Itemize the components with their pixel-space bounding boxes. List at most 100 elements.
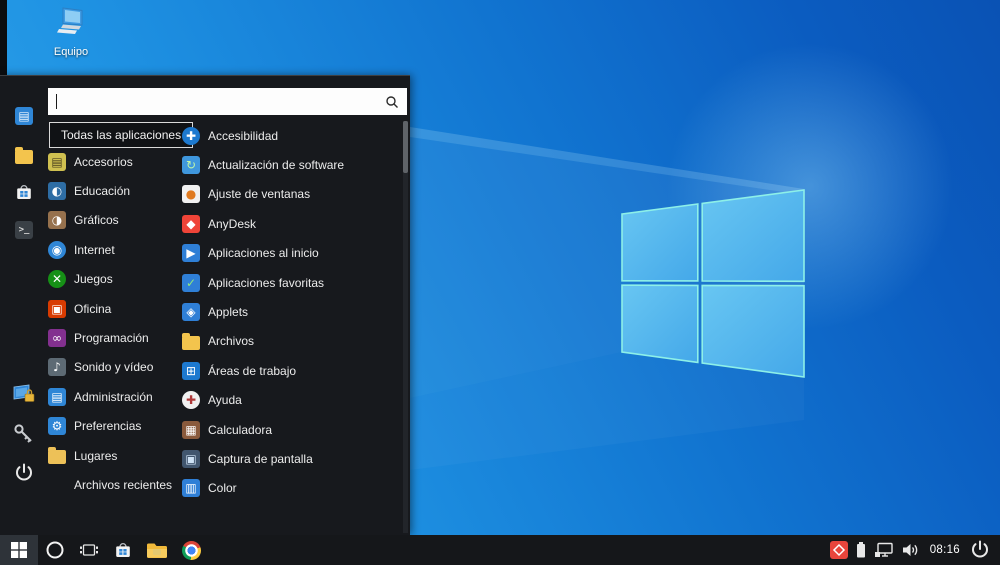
app-label: AnyDesk	[208, 216, 257, 231]
category-internet[interactable]: ◉ Internet	[48, 235, 182, 264]
power-icon	[13, 462, 35, 484]
app-label: Calculadora	[208, 422, 273, 437]
store-icon	[14, 182, 34, 202]
app-areas-de-trabajo[interactable]: ⊞ Áreas de trabajo	[182, 356, 400, 385]
tray-network-button[interactable]	[874, 535, 894, 565]
app-captura-de-pantalla[interactable]: ▣ Captura de pantalla	[182, 444, 400, 473]
accessories-icon: ▤	[48, 152, 66, 171]
chrome-icon	[181, 540, 201, 560]
sidebar-session-key-button[interactable]	[8, 418, 40, 450]
category-label: Archivos recientes	[74, 477, 173, 492]
app-archivos[interactable]: Archivos	[182, 327, 400, 356]
all-applications-button[interactable]: Todas las aplicaciones	[49, 122, 194, 148]
volume-icon	[901, 541, 921, 559]
battery-icon	[855, 541, 867, 559]
app-accesibilidad[interactable]: ✚ Accesibilidad	[182, 121, 400, 150]
taskbar-task-view-button[interactable]	[72, 535, 106, 565]
app-list-scrollbar[interactable]	[403, 121, 408, 533]
session-key-icon	[12, 422, 36, 446]
clock[interactable]: 08:16	[928, 544, 962, 556]
computer-icon	[51, 7, 91, 39]
category-preferencias[interactable]: ⚙ Preferencias	[48, 412, 182, 441]
sidebar-store-button[interactable]	[8, 176, 40, 208]
start-menu: ▤ >_ Todas las aplicaciones ▤ Accesorios…	[0, 75, 410, 535]
app-aplicaciones-favoritas[interactable]: ✓ Aplicaciones favoritas	[182, 268, 400, 297]
category-accesorios[interactable]: ▤ Accesorios	[48, 147, 182, 176]
app-color[interactable]: ▥ Color	[182, 474, 400, 503]
sidebar-terminal-button[interactable]: >_	[8, 214, 40, 246]
favorite-apps-icon: ✓	[182, 273, 200, 292]
app-calculadora[interactable]: ▦ Calculadora	[182, 415, 400, 444]
anydesk-icon: ◆	[182, 214, 200, 233]
app-label: Applets	[208, 305, 249, 320]
start-button[interactable]	[0, 535, 38, 565]
tray-power-button[interactable]	[969, 535, 991, 565]
games-icon: ✕	[48, 270, 66, 289]
category-archivos-recientes[interactable]: Archivos recientes	[48, 470, 182, 499]
sidebar-file-manager-button[interactable]	[8, 139, 40, 171]
education-icon: ◐	[48, 182, 66, 201]
app-aplicaciones-al-inicio[interactable]: ▶ Aplicaciones al inicio	[182, 239, 400, 268]
app-applets[interactable]: ◈ Applets	[182, 297, 400, 326]
category-juegos[interactable]: ✕ Juegos	[48, 265, 182, 294]
power-icon	[969, 539, 991, 561]
desktop-icon-label: Equipo	[53, 46, 89, 58]
app-label: Ajuste de ventanas	[208, 187, 311, 202]
startup-apps-icon: ▶	[182, 244, 200, 263]
window-tweaks-icon: ●	[182, 185, 200, 204]
tray-anydesk-tray-button[interactable]	[829, 535, 848, 565]
category-sonido-y-video[interactable]: ♪ Sonido y vídeo	[48, 353, 182, 382]
tray-battery-button[interactable]	[855, 535, 867, 565]
places-icon	[48, 447, 66, 465]
desktop: Equipo ▤ >_ Todas las aplicaciones ▤ Acc…	[0, 0, 1000, 565]
anydesk-tray-icon	[829, 541, 848, 559]
taskbar-chrome-button[interactable]	[174, 535, 208, 565]
app-label: Ayuda	[208, 393, 242, 408]
store-icon	[113, 540, 133, 560]
applets-icon: ◈	[182, 303, 200, 322]
app-ayuda[interactable]: ✚ Ayuda	[182, 386, 400, 415]
app-label: Accesibilidad	[208, 128, 279, 143]
system-tray: 08:16	[829, 535, 1000, 565]
office-icon: ▣	[48, 299, 66, 318]
taskbar-cortana-search-button[interactable]	[38, 535, 72, 565]
programming-icon: ∞	[48, 329, 66, 348]
category-label: Administración	[74, 389, 153, 404]
app-actualizacion-de-software[interactable]: ↻ Actualización de software	[182, 150, 400, 179]
category-lugares[interactable]: Lugares	[48, 441, 182, 470]
file-manager-icon	[15, 146, 33, 164]
task-view-icon	[79, 540, 99, 560]
tray-volume-button[interactable]	[901, 535, 921, 565]
app-label: Aplicaciones al inicio	[208, 246, 319, 261]
app-anydesk[interactable]: ◆ AnyDesk	[182, 209, 400, 238]
category-graficos[interactable]: ◑ Gráficos	[48, 206, 182, 235]
software-update-icon: ↻	[182, 156, 200, 175]
category-programacion[interactable]: ∞ Programación	[48, 323, 182, 352]
taskbar: 08:16	[0, 535, 1000, 565]
taskbar-store-button[interactable]	[106, 535, 140, 565]
taskbar-file-explorer-button[interactable]	[140, 535, 174, 565]
sidebar-software-manager-button[interactable]: ▤	[8, 100, 40, 132]
cortana-search-icon	[45, 540, 65, 560]
application-list: ✚ Accesibilidad ↻ Actualización de software…	[182, 121, 400, 503]
search-input[interactable]	[48, 88, 407, 115]
app-label: Captura de pantalla	[208, 451, 313, 466]
app-ajuste-de-ventanas[interactable]: ● Ajuste de ventanas	[182, 180, 400, 209]
app-label: Actualización de software	[208, 158, 345, 173]
sidebar-lock-screen-button[interactable]	[8, 378, 40, 410]
category-educacion[interactable]: ◐ Educación	[48, 176, 182, 205]
scrollbar-thumb[interactable]	[403, 121, 408, 173]
screen-edge-strip	[0, 0, 7, 76]
start-button-windows-icon	[11, 542, 27, 558]
category-administracion[interactable]: ▤ Administración	[48, 382, 182, 411]
app-label: Áreas de trabajo	[208, 363, 297, 378]
screenshot-icon: ▣	[182, 449, 200, 468]
sidebar-power-button[interactable]	[8, 457, 40, 489]
preferences-icon: ⚙	[48, 417, 66, 436]
app-label: Color	[208, 481, 237, 496]
category-oficina[interactable]: ▣ Oficina	[48, 294, 182, 323]
accessibility-icon: ✚	[182, 126, 200, 145]
desktop-icon-equipo[interactable]: Equipo	[40, 7, 102, 58]
category-label: Gráficos	[74, 213, 119, 228]
category-label: Preferencias	[74, 419, 142, 434]
